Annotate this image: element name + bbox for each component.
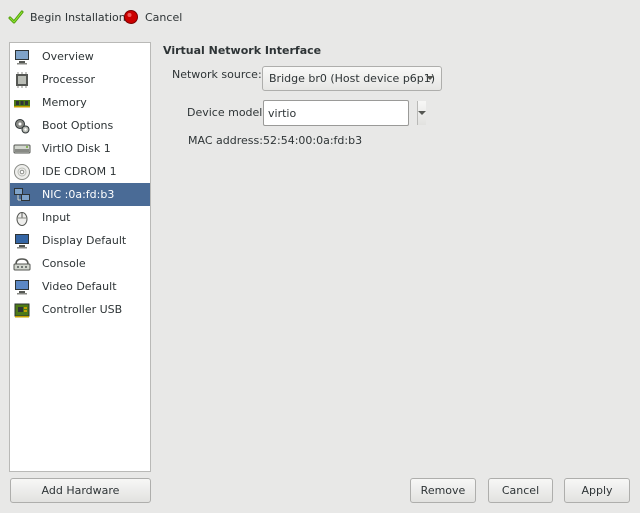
cdrom-icon bbox=[13, 163, 31, 181]
begin-installation-button[interactable]: Begin Installation bbox=[4, 6, 130, 28]
sidebar-item-video[interactable]: Video Default bbox=[10, 275, 150, 298]
device-model-label: Device model: bbox=[187, 106, 267, 119]
sidebar-item-input[interactable]: Input bbox=[10, 206, 150, 229]
device-model-input[interactable] bbox=[264, 101, 417, 125]
begin-installation-label: Begin Installation bbox=[30, 10, 126, 24]
sidebar-item-virtio-disk[interactable]: VirtIO Disk 1 bbox=[10, 137, 150, 160]
sidebar-item-label: Console bbox=[42, 257, 86, 270]
sidebar-item-label: NIC :0a:fd:b3 bbox=[42, 188, 115, 201]
device-model-dropdown-button[interactable] bbox=[417, 101, 426, 125]
sidebar-item-label: Processor bbox=[42, 73, 95, 86]
cancel-installation-button[interactable]: Cancel bbox=[119, 6, 186, 28]
harddisk-icon bbox=[13, 140, 31, 158]
sidebar-item-label: VirtIO Disk 1 bbox=[42, 142, 111, 155]
mac-address-label: MAC address: bbox=[188, 134, 263, 147]
sidebar-item-overview[interactable]: Overview bbox=[10, 45, 150, 68]
sidebar-item-ide-cdrom[interactable]: IDE CDROM 1 bbox=[10, 160, 150, 183]
gears-icon bbox=[13, 117, 31, 135]
network-icon bbox=[13, 186, 31, 204]
sidebar-item-display[interactable]: Display Default bbox=[10, 229, 150, 252]
video-icon bbox=[13, 278, 31, 296]
controller-icon bbox=[13, 301, 31, 319]
sidebar-item-boot-options[interactable]: Boot Options bbox=[10, 114, 150, 137]
cancel-installation-label: Cancel bbox=[145, 10, 183, 24]
network-source-label: Network source: bbox=[172, 68, 262, 81]
sidebar-item-label: Video Default bbox=[42, 280, 117, 293]
mouse-icon bbox=[13, 209, 31, 227]
sidebar-item-processor[interactable]: Processor bbox=[10, 68, 150, 91]
hardware-list: Overview Processor Memory Boot Options V… bbox=[9, 42, 151, 472]
sidebar-item-console[interactable]: Console bbox=[10, 252, 150, 275]
cancel-button[interactable]: Cancel bbox=[488, 478, 553, 503]
network-source-value: Bridge br0 (Host device p6p1) bbox=[269, 72, 436, 85]
device-model-combo[interactable] bbox=[263, 100, 426, 126]
section-title: Virtual Network Interface bbox=[163, 44, 322, 57]
network-source-select[interactable]: Bridge br0 (Host device p6p1) bbox=[262, 66, 442, 91]
sidebar-item-label: Memory bbox=[42, 96, 87, 109]
mac-address-value: 52:54:00:0a:fd:b3 bbox=[263, 134, 363, 147]
sidebar-item-controller-usb[interactable]: Controller USB bbox=[10, 298, 150, 321]
sidebar-item-nic[interactable]: NIC :0a:fd:b3 bbox=[10, 183, 150, 206]
add-hardware-button[interactable]: Add Hardware bbox=[10, 478, 151, 503]
sidebar-item-memory[interactable]: Memory bbox=[10, 91, 150, 114]
sidebar-item-label: Input bbox=[42, 211, 71, 224]
cpu-icon bbox=[13, 71, 31, 89]
sidebar-item-label: IDE CDROM 1 bbox=[42, 165, 117, 178]
display-icon bbox=[13, 232, 31, 250]
sidebar-item-label: Boot Options bbox=[42, 119, 114, 132]
checkmark-icon bbox=[8, 9, 24, 25]
chevron-down-icon bbox=[426, 76, 434, 80]
sidebar-item-label: Controller USB bbox=[42, 303, 123, 316]
toolbar: Begin Installation Cancel bbox=[0, 0, 640, 34]
remove-button[interactable]: Remove bbox=[410, 478, 476, 503]
serial-icon bbox=[13, 255, 31, 273]
monitor-icon bbox=[13, 48, 31, 66]
sidebar-item-label: Overview bbox=[42, 50, 94, 63]
memory-icon bbox=[13, 94, 31, 112]
apply-button[interactable]: Apply bbox=[564, 478, 630, 503]
sidebar-item-label: Display Default bbox=[42, 234, 127, 247]
chevron-down-icon bbox=[418, 111, 426, 115]
stop-icon bbox=[123, 9, 139, 25]
